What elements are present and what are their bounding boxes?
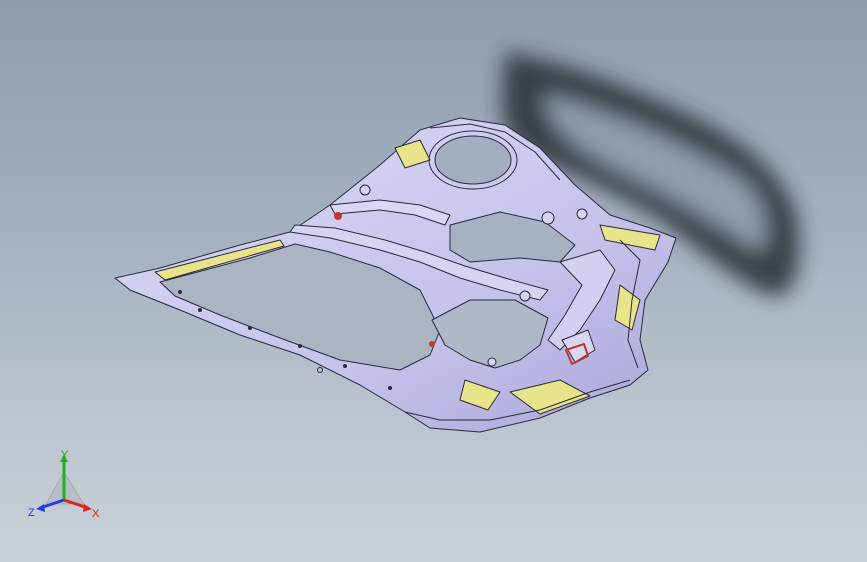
x-arrow-icon [83, 504, 92, 512]
axis-triad: Y X Z [28, 449, 100, 520]
z-arrow-icon [36, 504, 45, 512]
x-axis-label: X [92, 508, 100, 520]
model-view[interactable] [0, 0, 867, 562]
y-axis-label: Y [61, 449, 69, 461]
z-axis-label: Z [28, 507, 35, 519]
graphics-viewport[interactable]: Y X Z [0, 0, 867, 562]
